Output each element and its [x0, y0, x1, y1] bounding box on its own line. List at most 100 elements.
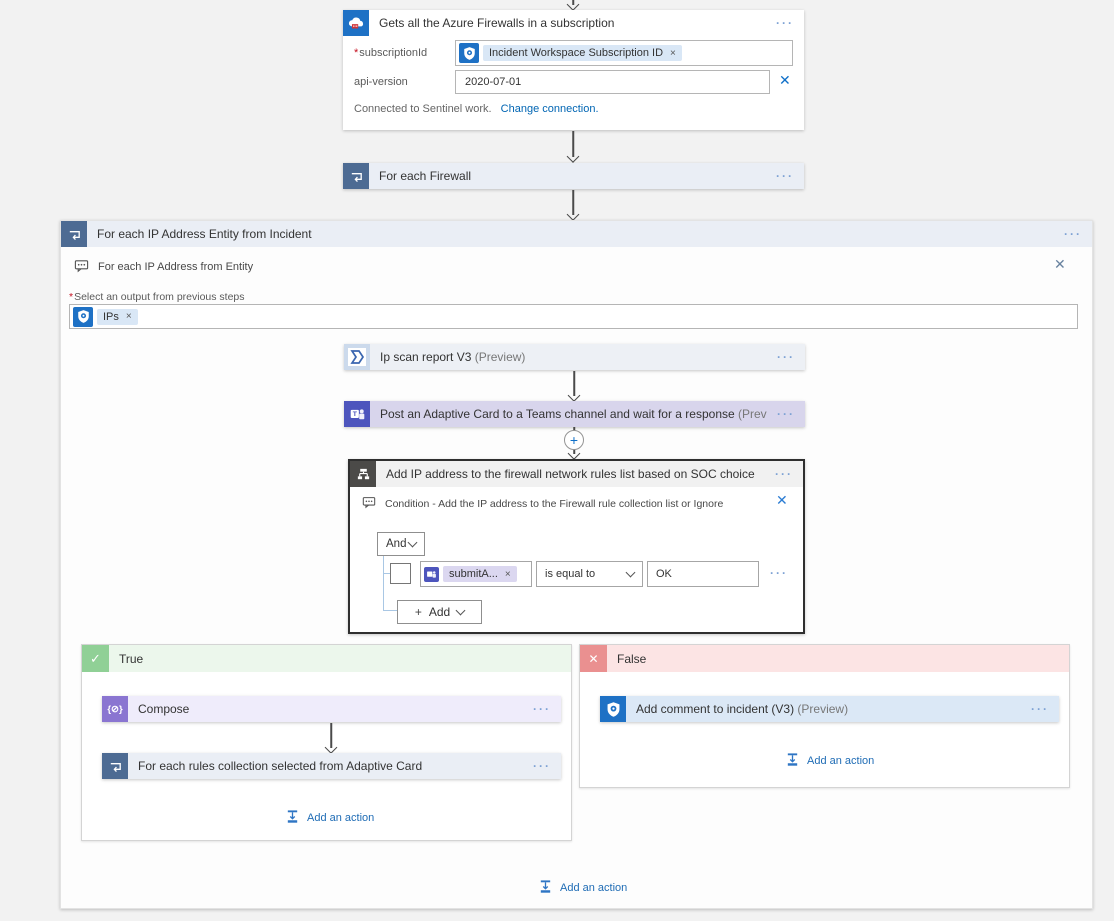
foreach-loop-icon — [343, 163, 369, 189]
card-header[interactable]: Add comment to incident (V3) (Preview) ·… — [600, 696, 1059, 722]
arrow-head — [568, 389, 581, 402]
connection-info: Connected to Sentinel work. Change conne… — [354, 103, 599, 115]
card-title: For each Firewall — [369, 169, 766, 183]
preview-tag: (Preview) — [475, 350, 526, 364]
change-connection-link[interactable]: Change connection. — [501, 103, 599, 115]
card-title: Add IP address to the firewall network r… — [376, 467, 765, 481]
add-action-button[interactable]: Add an action — [538, 879, 627, 897]
output-input[interactable]: IPs × — [69, 304, 1078, 329]
more-menu-button[interactable]: ··· — [767, 407, 805, 421]
api-version-label: api-version — [354, 76, 408, 88]
container-foreach-ip-entity: For each IP Address Entity from Incident… — [60, 220, 1093, 909]
flow-arrow — [566, 0, 580, 10]
tree-line — [383, 556, 384, 611]
dynamic-content-token[interactable]: submitA... × — [443, 566, 517, 582]
true-branch: ✓ True {⊘} Compose ··· For each rules c — [81, 644, 572, 841]
token-label: Incident Workspace Subscription ID — [489, 47, 663, 59]
comment-text: For each IP Address from Entity — [98, 261, 253, 273]
clear-field-icon[interactable]: ✕ — [779, 72, 791, 89]
api-version-field — [455, 70, 770, 94]
token-remove-icon[interactable]: × — [505, 569, 511, 580]
sentinel-shield-icon — [459, 43, 479, 63]
card-teams-adaptive-card: T Post an Adaptive Card to a Teams chann… — [344, 401, 805, 427]
condition-value-input[interactable] — [651, 567, 755, 581]
token-label: IPs — [103, 311, 119, 323]
condition-icon — [350, 461, 376, 487]
card-header[interactable]: {⊘} Compose ··· — [102, 696, 561, 722]
card-title: Post an Adaptive Card to a Teams channel… — [370, 407, 767, 421]
add-action-label: Add an action — [307, 812, 374, 824]
condition-row-checkbox[interactable] — [390, 563, 411, 584]
arrow-head — [567, 150, 580, 163]
comment-icon — [362, 495, 376, 512]
flow-arrow — [566, 131, 580, 162]
condition-value-field — [647, 561, 759, 587]
card-header[interactable]: Ip scan report V3 (Preview) ··· — [344, 344, 805, 370]
card-header[interactable]: For each rules collection selected from … — [102, 753, 561, 779]
more-menu-button[interactable]: ··· — [767, 350, 805, 364]
card-header[interactable]: T Post an Adaptive Card to a Teams chann… — [344, 401, 805, 427]
token-remove-icon[interactable]: × — [670, 48, 676, 59]
card-title: Gets all the Azure Firewalls in a subscr… — [369, 16, 766, 30]
more-menu-button[interactable]: ··· — [766, 169, 804, 183]
teams-icon — [424, 567, 439, 582]
arrow-head — [567, 208, 580, 221]
card-condition: Add IP address to the firewall network r… — [348, 459, 805, 634]
true-branch-header: ✓ True — [82, 645, 571, 672]
plus-icon: + — [415, 605, 422, 619]
more-menu-button[interactable]: ··· — [765, 467, 803, 481]
group-operator-value: And — [386, 538, 406, 550]
token-label: submitA... — [449, 568, 498, 580]
container-title: For each IP Address Entity from Incident — [87, 227, 1054, 241]
insert-step-button[interactable]: + — [564, 430, 584, 450]
close-icon[interactable]: ✕ — [1054, 256, 1066, 273]
dynamic-content-token[interactable]: Incident Workspace Subscription ID × — [483, 45, 682, 61]
add-action-button[interactable]: Add an action — [785, 752, 874, 770]
card-title: For each rules collection selected from … — [128, 759, 523, 773]
close-icon[interactable]: ✕ — [776, 492, 788, 509]
required-mark: * — [354, 47, 358, 59]
group-operator-select[interactable]: And — [377, 532, 425, 556]
flow-arrow — [324, 723, 338, 753]
condition-operator-select[interactable]: is equal to — [536, 561, 643, 587]
add-action-button[interactable]: Add an action — [285, 809, 374, 827]
flow-arrow — [567, 371, 581, 401]
cross-icon: ✕ — [580, 645, 607, 672]
add-action-icon — [285, 809, 300, 827]
condition-left-operand[interactable]: submitA... × — [420, 561, 532, 587]
more-menu-button[interactable]: ··· — [1021, 702, 1059, 716]
card-compose: {⊘} Compose ··· — [102, 696, 561, 722]
container-header[interactable]: For each IP Address Entity from Incident… — [61, 221, 1092, 247]
sentinel-shield-icon — [73, 307, 93, 327]
compose-icon: {⊘} — [102, 696, 128, 722]
branch-label: True — [109, 652, 571, 666]
chevron-down-icon — [626, 568, 636, 578]
card-get-azure-firewalls: Gets all the Azure Firewalls in a subscr… — [343, 10, 804, 130]
more-menu-button[interactable]: ··· — [523, 759, 561, 773]
card-header[interactable]: For each Firewall ··· — [343, 163, 804, 189]
connection-text: Connected to Sentinel work. — [354, 103, 492, 115]
add-condition-button[interactable]: + Add — [397, 600, 482, 624]
custom-connector-icon — [344, 344, 370, 370]
more-menu-button[interactable]: ··· — [766, 16, 804, 30]
token-remove-icon[interactable]: × — [126, 311, 132, 322]
add-action-icon — [538, 879, 553, 897]
comment-row: For each IP Address from Entity — [74, 258, 253, 276]
sentinel-shield-icon — [600, 696, 626, 722]
arrow-head — [325, 741, 338, 754]
required-mark: * — [69, 291, 73, 303]
card-header[interactable]: Gets all the Azure Firewalls in a subscr… — [343, 10, 804, 36]
api-version-input[interactable] — [459, 75, 766, 89]
foreach-loop-icon — [102, 753, 128, 779]
add-label: Add — [429, 605, 450, 619]
more-menu-button[interactable]: ··· — [1054, 227, 1092, 241]
subscriptionid-input[interactable]: Incident Workspace Subscription ID × — [455, 40, 793, 66]
card-header[interactable]: Add IP address to the firewall network r… — [350, 461, 803, 487]
row-more-menu-button[interactable]: ··· — [760, 566, 798, 580]
add-action-label: Add an action — [560, 882, 627, 894]
tree-line — [383, 610, 397, 611]
more-menu-button[interactable]: ··· — [523, 702, 561, 716]
flow-arrow — [566, 190, 580, 220]
dynamic-content-token[interactable]: IPs × — [97, 309, 138, 325]
false-branch-header: ✕ False — [580, 645, 1069, 672]
